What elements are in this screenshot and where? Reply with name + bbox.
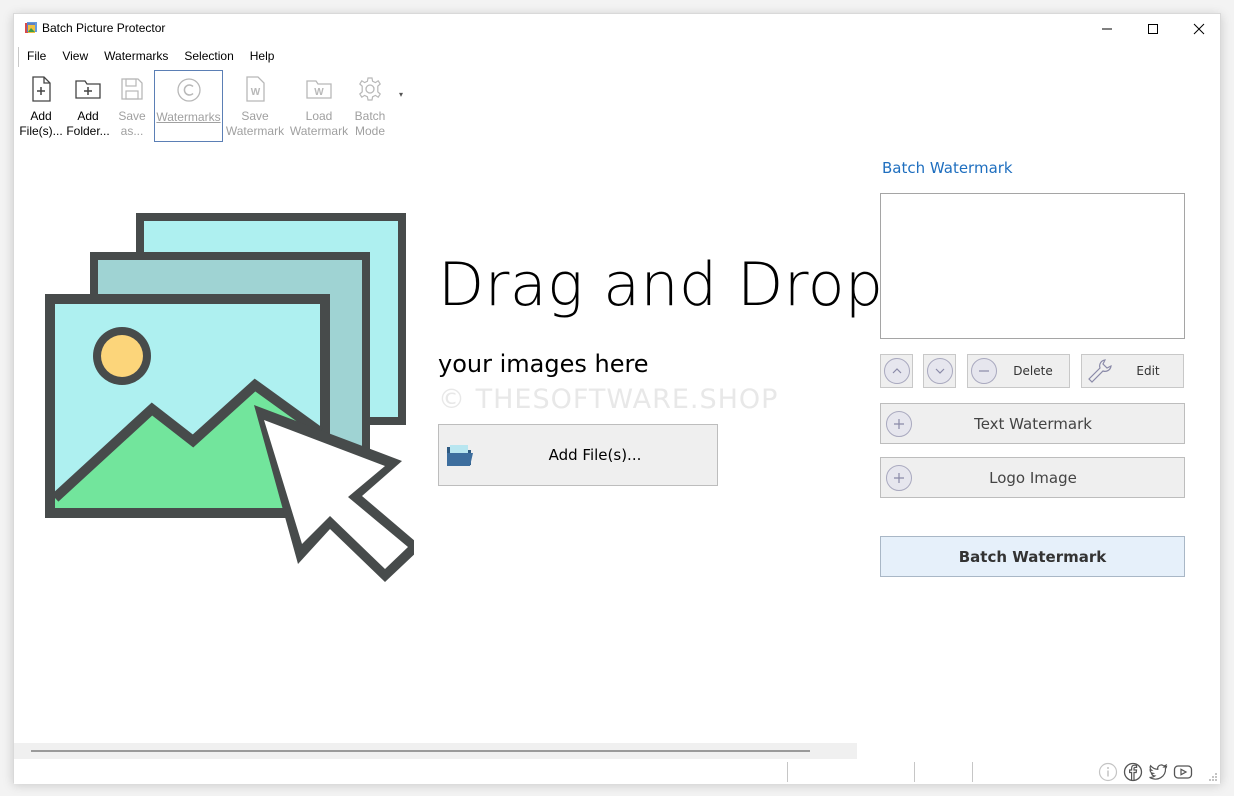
add-files-button[interactable]: Add File(s)... [438,424,718,486]
horizontal-scrollbar[interactable] [14,743,857,759]
gear-icon [359,77,381,101]
plus-icon [886,464,912,491]
title-bar: Batch Picture Protector [14,14,1220,44]
menu-file[interactable]: File [19,47,54,67]
delete-button-label: Delete [1013,364,1053,378]
menu-file-label: File [27,49,47,63]
save-watermark-icon: W [246,76,265,102]
drag-drop-subtitle: your images here [438,350,649,378]
app-window: Batch Picture Protector File View Waterm… [13,13,1221,784]
status-divider [914,762,915,782]
logo-image-label: Logo Image [989,468,1077,487]
scrollbar-thumb[interactable] [31,750,810,752]
move-up-button[interactable] [880,354,913,388]
add-files-label-2: File(s)... [19,124,63,138]
status-divider [972,762,973,782]
edit-button[interactable]: Edit [1081,354,1184,388]
facebook-icon[interactable] [1123,762,1143,782]
drop-images-illustration [45,213,414,582]
add-folder-icon [75,80,101,99]
save-watermark-toolbar-button[interactable]: W Save Watermark [223,70,287,139]
batch-watermark-button[interactable]: Batch Watermark [880,536,1185,577]
copyright-icon [176,78,201,102]
menu-help[interactable]: Help [242,47,283,67]
svg-text:W: W [314,87,324,98]
add-files-label-1: Add [30,109,52,123]
add-files-toolbar-button[interactable]: Add File(s)... [18,70,64,139]
chevron-down-icon [927,358,953,384]
batch-mode-label-1: Batch [354,109,386,123]
open-folder-icon [447,445,473,466]
toolbar: Add File(s)... Add Folder... Save as... [18,70,389,156]
logo-image-button[interactable]: Logo Image [880,457,1185,498]
batch-mode-label-2: Mode [354,124,386,138]
load-watermark-icon: W [306,80,332,99]
load-watermark-toolbar-button[interactable]: W Load Watermark [287,70,351,139]
menu-view[interactable]: View [54,47,96,67]
window-title: Batch Picture Protector [42,21,166,35]
menu-view-label: View [62,49,89,63]
app-logo-icon [25,22,37,33]
save-as-toolbar-button[interactable]: Save as... [112,70,152,139]
menu-watermarks-label: Watermarks [104,49,169,63]
batch-watermark-panel-title: Batch Watermark [882,159,1013,177]
batch-mode-toolbar-button[interactable]: Batch Mode [351,70,389,139]
watermarks-label: Watermarks [156,110,221,124]
load-watermark-label-1: Load [305,109,333,123]
minimize-button[interactable] [1084,14,1130,44]
add-folder-label-1: Add [77,109,99,123]
toolbar-overflow-icon[interactable]: ▾ [399,90,403,99]
close-icon [1193,23,1205,35]
maximize-button[interactable] [1130,14,1176,44]
svg-text:W: W [251,87,261,98]
menu-watermarks[interactable]: Watermarks [96,47,176,67]
add-files-button-label: Add File(s)... [548,446,642,464]
add-folder-label-2: Folder... [66,124,110,138]
chevron-up-icon [884,358,910,384]
watermarks-toolbar-button[interactable]: Watermarks [154,70,223,142]
wrench-icon [1088,359,1112,383]
menu-help-label: Help [249,49,275,63]
youtube-icon[interactable] [1173,762,1193,782]
move-down-button[interactable] [923,354,956,388]
menu-selection[interactable]: Selection [176,47,241,67]
status-bar [14,760,1220,784]
status-divider [787,762,788,782]
save-icon [121,78,143,100]
minimize-icon [1102,28,1112,30]
add-file-icon [32,76,51,102]
info-icon[interactable] [1098,762,1118,782]
watermark-list[interactable] [880,193,1185,339]
save-watermark-label-2: Watermark [225,124,285,138]
plus-icon [886,410,912,437]
maximize-icon [1148,24,1158,34]
drag-drop-title: Drag and Drop [438,250,884,320]
edit-button-label: Edit [1136,364,1160,378]
close-button[interactable] [1176,14,1222,44]
save-as-label-1: Save [118,109,146,123]
resize-grip-icon[interactable] [1208,772,1218,782]
delete-button[interactable]: Delete [967,354,1070,388]
save-watermark-label-1: Save [241,109,269,123]
menu-selection-label: Selection [184,49,234,63]
add-folder-toolbar-button[interactable]: Add Folder... [64,70,112,139]
text-watermark-label: Text Watermark [974,414,1092,433]
minus-icon [971,358,997,384]
text-watermark-button[interactable]: Text Watermark [880,403,1185,444]
save-as-label-2: as... [120,124,144,138]
load-watermark-label-2: Watermark [289,124,349,138]
watermark-overlay-text: © THESOFTWARE.SHOP [438,384,779,415]
menu-bar: File View Watermarks Selection Help [18,47,282,67]
twitter-icon[interactable] [1148,762,1168,782]
